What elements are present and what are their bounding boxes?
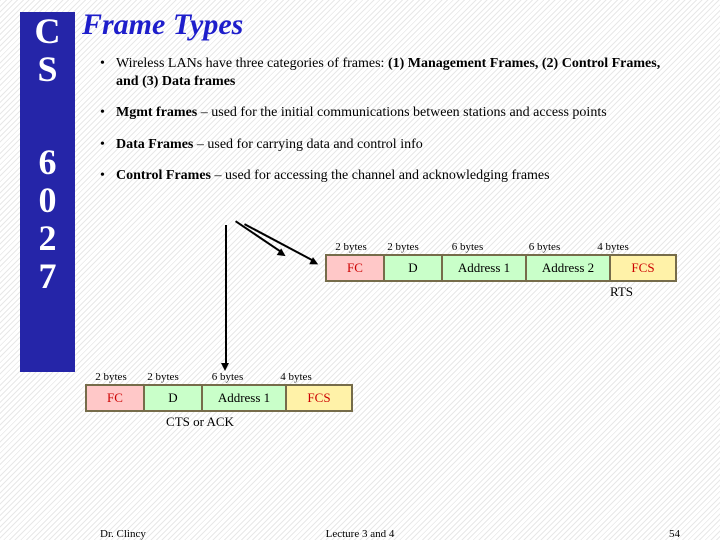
sidebar-char-2: S xyxy=(20,50,75,88)
cts-cell-d: D xyxy=(144,385,202,411)
bullet-1: Wireless LANs have three categories of f… xyxy=(100,55,685,90)
cts-frame-diagram: 2 bytes 2 bytes 6 bytes 4 bytes FC D Add… xyxy=(85,370,353,430)
cts-bytes-1: 2 bytes xyxy=(137,370,189,384)
rts-cell-fc: FC xyxy=(326,255,384,281)
rts-bytes-0: 2 bytes xyxy=(325,240,377,254)
bullet-3: Data Frames – used for carrying data and… xyxy=(100,136,685,154)
sidebar-char-4: 0 xyxy=(20,181,75,219)
cts-caption: CTS or ACK xyxy=(85,412,315,430)
cts-bytes-2: 6 bytes xyxy=(189,370,266,384)
cts-bytes-3: 4 bytes xyxy=(266,370,326,384)
rts-frame-diagram: 2 bytes 2 bytes 6 bytes 6 bytes 4 bytes … xyxy=(325,240,677,300)
content-area: Wireless LANs have three categories of f… xyxy=(100,55,685,199)
cts-cell-fc: FC xyxy=(86,385,144,411)
bullet-2: Mgmt frames – used for the initial commu… xyxy=(100,104,685,122)
rts-bytes-1: 2 bytes xyxy=(377,240,429,254)
bullet-4-text: – used for accessing the channel and ack… xyxy=(211,168,550,183)
rts-bytes-4: 4 bytes xyxy=(583,240,643,254)
rts-cell-a1: Address 1 xyxy=(442,255,526,281)
cts-cell-fcs: FCS xyxy=(286,385,352,411)
rts-cell-a2: Address 2 xyxy=(526,255,610,281)
page-title: Frame Types xyxy=(82,8,243,42)
rts-bytes-2: 6 bytes xyxy=(429,240,506,254)
rts-bytes-3: 6 bytes xyxy=(506,240,583,254)
footer-page: 54 xyxy=(669,528,680,540)
cts-bytes-0: 2 bytes xyxy=(85,370,137,384)
sidebar-char-3: 6 xyxy=(20,143,75,181)
sidebar-char-5: 2 xyxy=(20,219,75,257)
bullet-4-bold: Control Frames xyxy=(116,168,211,183)
arrow-diag-icon xyxy=(235,221,281,253)
sidebar-char-6: 7 xyxy=(20,257,75,295)
cts-cell-a1: Address 1 xyxy=(202,385,286,411)
bullet-4: Control Frames – used for accessing the … xyxy=(100,167,685,185)
cts-frame-table: FC D Address 1 FCS xyxy=(85,384,353,412)
bullet-3-text: – used for carrying data and control inf… xyxy=(193,137,422,152)
sidebar-char-1: C xyxy=(20,12,75,50)
rts-cell-d: D xyxy=(384,255,442,281)
course-sidebar: C S 6 0 2 7 xyxy=(20,12,75,372)
rts-caption: RTS xyxy=(325,282,633,300)
bullet-1-text: Wireless LANs have three categories of f… xyxy=(116,56,388,71)
footer-lecture: Lecture 3 and 4 xyxy=(0,528,720,540)
rts-frame-table: FC D Address 1 Address 2 FCS xyxy=(325,254,677,282)
bullet-2-text: – used for the initial communications be… xyxy=(197,105,606,120)
bullet-2-bold: Mgmt frames xyxy=(116,105,197,120)
bullet-3-bold: Data Frames xyxy=(116,137,193,152)
arrow-down-icon xyxy=(225,225,227,365)
rts-cell-fcs: FCS xyxy=(610,255,676,281)
